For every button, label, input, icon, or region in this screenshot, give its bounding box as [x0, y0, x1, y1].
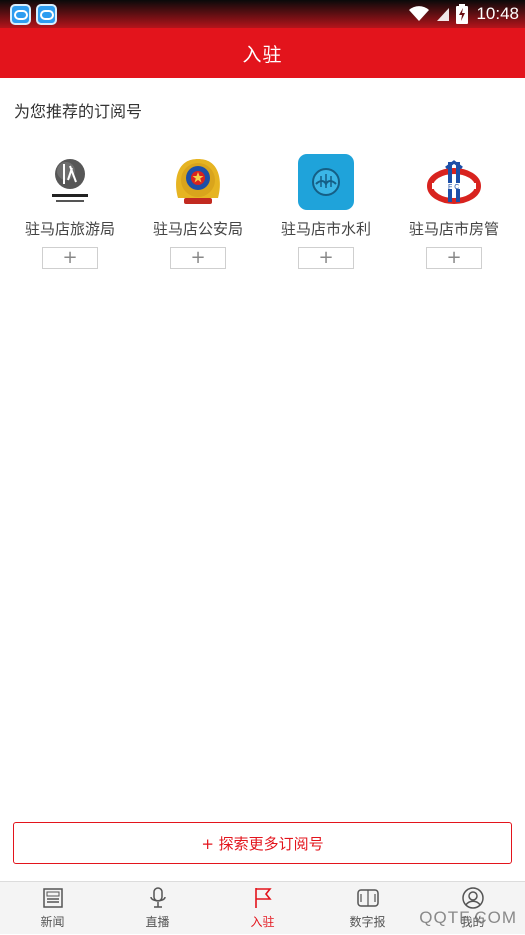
subscription-name: 驻马店市房管: [409, 218, 499, 239]
tourism-logo: [42, 154, 98, 210]
tab-label: 入驻: [250, 913, 274, 930]
app-notification-icon: [10, 4, 31, 25]
add-subscription-button[interactable]: +: [42, 247, 98, 269]
police-emblem: [170, 154, 226, 210]
subscription-name: 驻马店公安局: [153, 218, 243, 239]
wifi-icon: [408, 6, 430, 22]
tab-label: 直播: [145, 913, 169, 930]
flag-icon: [251, 886, 275, 910]
add-subscription-button[interactable]: +: [426, 247, 482, 269]
app-header: 入驻: [0, 28, 525, 78]
subscription-item[interactable]: 驻马店市水利 +: [262, 150, 390, 269]
recommend-section-title: 为您推荐的订阅号: [14, 98, 142, 122]
app-notification-icon: [36, 4, 57, 25]
add-subscription-button[interactable]: +: [170, 247, 226, 269]
subscription-name: 驻马店旅游局: [25, 218, 115, 239]
tab-news[interactable]: 新闻: [0, 882, 105, 935]
tab-digital-paper[interactable]: 数字报: [315, 882, 420, 935]
housing-management-logo: F C: [426, 154, 482, 210]
signal-icon: [436, 6, 450, 22]
subscription-name: 驻马店市水利: [281, 218, 371, 239]
status-bar: 10:48: [0, 0, 525, 28]
recommend-list: 驻马店旅游局 + 驻马店公安局 + 驻马店市水利 +: [0, 150, 525, 269]
explore-more-button[interactable]: + 探索更多订阅号: [13, 822, 512, 864]
tab-join[interactable]: 入驻: [210, 882, 315, 935]
battery-charging-icon: [456, 4, 468, 24]
svg-text:F C: F C: [448, 184, 459, 191]
add-subscription-button[interactable]: +: [298, 247, 354, 269]
user-icon: [461, 886, 485, 910]
newspaper-icon: [41, 886, 65, 910]
clock: 10:48: [476, 4, 519, 24]
watermark: QQTF.COM: [419, 908, 517, 928]
page-title: 入驻: [242, 40, 282, 67]
subscription-item[interactable]: 驻马店旅游局 +: [6, 150, 134, 269]
tab-label: 新闻: [40, 913, 64, 930]
subscription-item[interactable]: F C 驻马店市房管 +: [390, 150, 518, 269]
water-resources-logo: [298, 154, 354, 210]
microphone-icon: [146, 886, 170, 910]
digital-paper-icon: [356, 886, 380, 910]
subscription-item[interactable]: 驻马店公安局 +: [134, 150, 262, 269]
tab-live[interactable]: 直播: [105, 882, 210, 935]
tab-label: 数字报: [349, 913, 385, 930]
